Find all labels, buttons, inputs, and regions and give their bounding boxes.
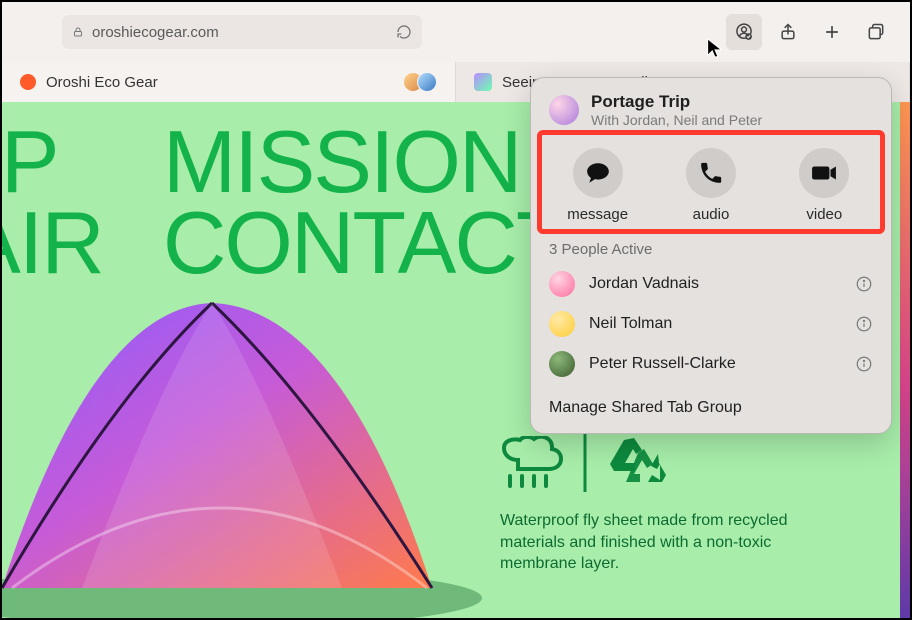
shared-avatars: [409, 72, 437, 92]
phone-icon: [698, 160, 724, 186]
address-bar[interactable]: oroshiecogear.com: [62, 15, 422, 49]
popover-subtitle: With Jordan, Neil and Peter: [591, 112, 762, 128]
recycle-icon: [606, 434, 666, 490]
action-label: message: [567, 206, 628, 223]
new-tab-button[interactable]: [814, 14, 850, 50]
info-icon[interactable]: [855, 275, 873, 293]
tab-label: Oroshi Eco Gear: [46, 74, 158, 91]
hero-word: CONTACT: [163, 203, 568, 284]
group-avatar: [549, 95, 579, 125]
info-icon[interactable]: [855, 355, 873, 373]
person-circle-check-icon: [734, 22, 754, 42]
url-text: oroshiecogear.com: [92, 24, 388, 41]
collaboration-popover: Portage Trip With Jordan, Neil and Peter…: [530, 77, 892, 434]
reload-icon[interactable]: [396, 24, 412, 40]
person-row[interactable]: Jordan Vadnais: [531, 264, 891, 304]
person-name: Jordan Vadnais: [589, 275, 841, 293]
feature-text: Waterproof fly sheet made from recycled …: [500, 510, 800, 575]
popover-title: Portage Trip: [591, 92, 762, 112]
audio-button[interactable]: [686, 148, 736, 198]
hero-text: IOP PAIR MISSION CONTACT: [2, 122, 568, 284]
hero-word: PAIR: [2, 203, 103, 284]
person-row[interactable]: Neil Tolman: [531, 304, 891, 344]
rain-icon: [500, 436, 564, 488]
person-name: Peter Russell-Clarke: [589, 355, 841, 373]
lock-icon: [72, 26, 84, 38]
feature-block: Waterproof fly sheet made from recycled …: [500, 432, 800, 575]
active-label: 3 People Active: [531, 235, 891, 264]
plus-icon: [822, 22, 842, 42]
tab-overview-button[interactable]: [858, 14, 894, 50]
action-row: message audio video: [531, 138, 891, 235]
tabs-icon: [866, 22, 886, 42]
share-icon: [778, 22, 798, 42]
tab-oroshi[interactable]: Oroshi Eco Gear: [2, 62, 456, 102]
browser-toolbar: oroshiecogear.com: [2, 2, 910, 62]
favicon: [474, 73, 492, 91]
share-button[interactable]: [770, 14, 806, 50]
favicon-dot: [20, 74, 36, 90]
hero-word: IOP: [2, 122, 103, 203]
action-label: audio: [693, 206, 730, 223]
video-button[interactable]: [799, 148, 849, 198]
hero-word: MISSION: [163, 122, 568, 203]
info-icon[interactable]: [855, 315, 873, 333]
action-label: video: [806, 206, 842, 223]
person-name: Neil Tolman: [589, 315, 841, 333]
collaborate-button[interactable]: [726, 14, 762, 50]
avatar: [549, 271, 575, 297]
person-row[interactable]: Peter Russell-Clarke: [531, 344, 891, 384]
video-icon: [811, 160, 837, 186]
avatar: [549, 311, 575, 337]
avatar: [549, 351, 575, 377]
divider-icon: [582, 432, 588, 492]
manage-shared-tab-group[interactable]: Manage Shared Tab Group: [531, 384, 891, 419]
tent-image: [2, 278, 502, 618]
message-button[interactable]: [573, 148, 623, 198]
message-icon: [585, 160, 611, 186]
